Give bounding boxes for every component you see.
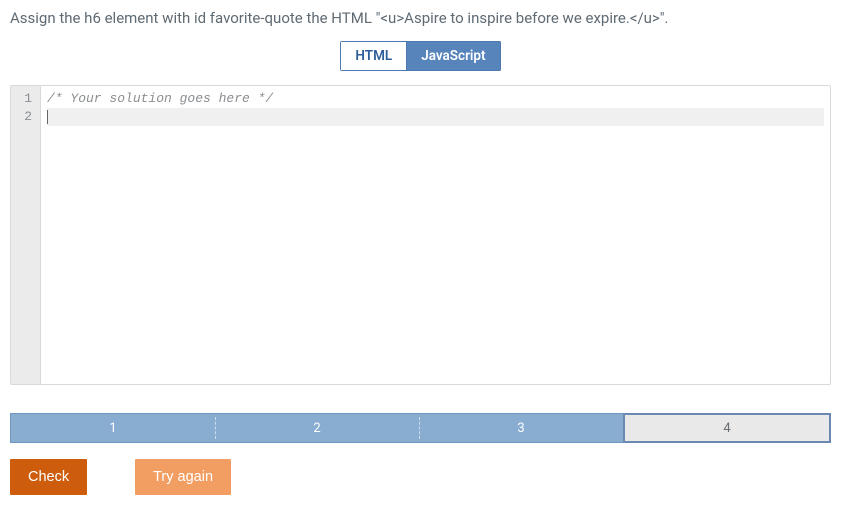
progress-steps: 1 2 3 4 [10, 413, 831, 443]
code-line[interactable]: /* Your solution goes here */ [47, 90, 824, 108]
step-4[interactable]: 4 [623, 413, 831, 443]
code-line-active[interactable] [47, 108, 824, 126]
action-buttons: Check Try again [10, 459, 831, 495]
line-number: 1 [23, 90, 32, 108]
try-again-button[interactable]: Try again [135, 459, 231, 495]
step-2[interactable]: 2 [215, 413, 419, 443]
check-button[interactable]: Check [10, 459, 87, 495]
step-3[interactable]: 3 [419, 413, 623, 443]
step-1[interactable]: 1 [10, 413, 215, 443]
code-editor[interactable]: 1 2 /* Your solution goes here */ [10, 85, 831, 385]
code-tabs: HTML JavaScript [340, 41, 500, 71]
line-number: 2 [23, 108, 32, 126]
editor-gutter: 1 2 [11, 86, 41, 384]
tabs-row: HTML JavaScript [10, 41, 831, 71]
editor-cursor [47, 110, 48, 124]
tab-javascript[interactable]: JavaScript [407, 41, 500, 71]
tab-html[interactable]: HTML [340, 41, 407, 71]
editor-code-area[interactable]: /* Your solution goes here */ [41, 86, 830, 384]
code-comment: /* Your solution goes here */ [47, 91, 273, 106]
problem-prompt: Assign the h6 element with id favorite-q… [10, 8, 831, 29]
